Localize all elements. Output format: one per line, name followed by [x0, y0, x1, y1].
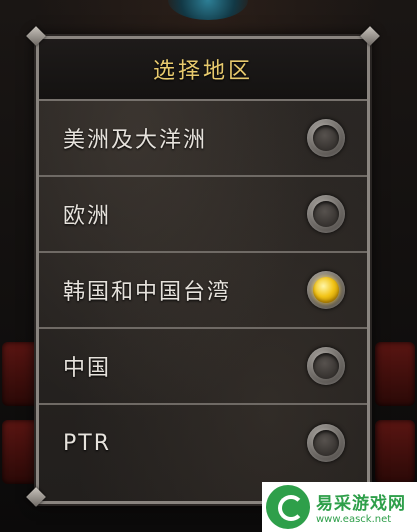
dialog-title-bar: 选择地区 — [39, 39, 367, 101]
background-button-right-2 — [375, 420, 415, 484]
region-option-korea-taiwan[interactable]: 韩国和中国台湾 — [39, 253, 367, 329]
radio-off-icon[interactable] — [307, 424, 345, 462]
radio-off-icon[interactable] — [307, 119, 345, 157]
region-option-china[interactable]: 中国 — [39, 329, 367, 405]
region-option-americas[interactable]: 美洲及大洋洲 — [39, 101, 367, 177]
watermark-url: www.easck.net — [316, 514, 392, 525]
radio-on-icon[interactable] — [307, 271, 345, 309]
region-option-label: PTR — [63, 430, 111, 456]
site-watermark: 易采游戏网 www.easck.net — [262, 482, 417, 532]
region-option-label: 美洲及大洋洲 — [63, 128, 208, 153]
region-option-list: 美洲及大洋洲 欧洲 韩国和中国台湾 中国 PTR — [39, 101, 367, 481]
radio-off-icon[interactable] — [307, 195, 345, 233]
watermark-name: 易采游戏网 — [316, 494, 406, 514]
region-option-label: 欧洲 — [63, 204, 112, 229]
region-select-dialog: 选择地区 美洲及大洋洲 欧洲 韩国和中国台湾 中国 PTR — [36, 36, 370, 504]
region-option-europe[interactable]: 欧洲 — [39, 177, 367, 253]
region-option-label: 韩国和中国台湾 — [63, 280, 232, 305]
region-option-label: 中国 — [63, 356, 112, 381]
game-screen: 选择地区 美洲及大洋洲 欧洲 韩国和中国台湾 中国 PTR 易采游戏网 www.… — [0, 0, 417, 532]
dialog-title: 选择地区 — [152, 59, 253, 84]
radio-off-icon[interactable] — [307, 347, 345, 385]
easck-logo-icon — [266, 485, 310, 529]
background-orb — [168, 0, 248, 20]
background-button-right-1 — [375, 342, 415, 406]
watermark-text: 易采游戏网 www.easck.net — [316, 489, 406, 525]
region-option-ptr[interactable]: PTR — [39, 405, 367, 481]
